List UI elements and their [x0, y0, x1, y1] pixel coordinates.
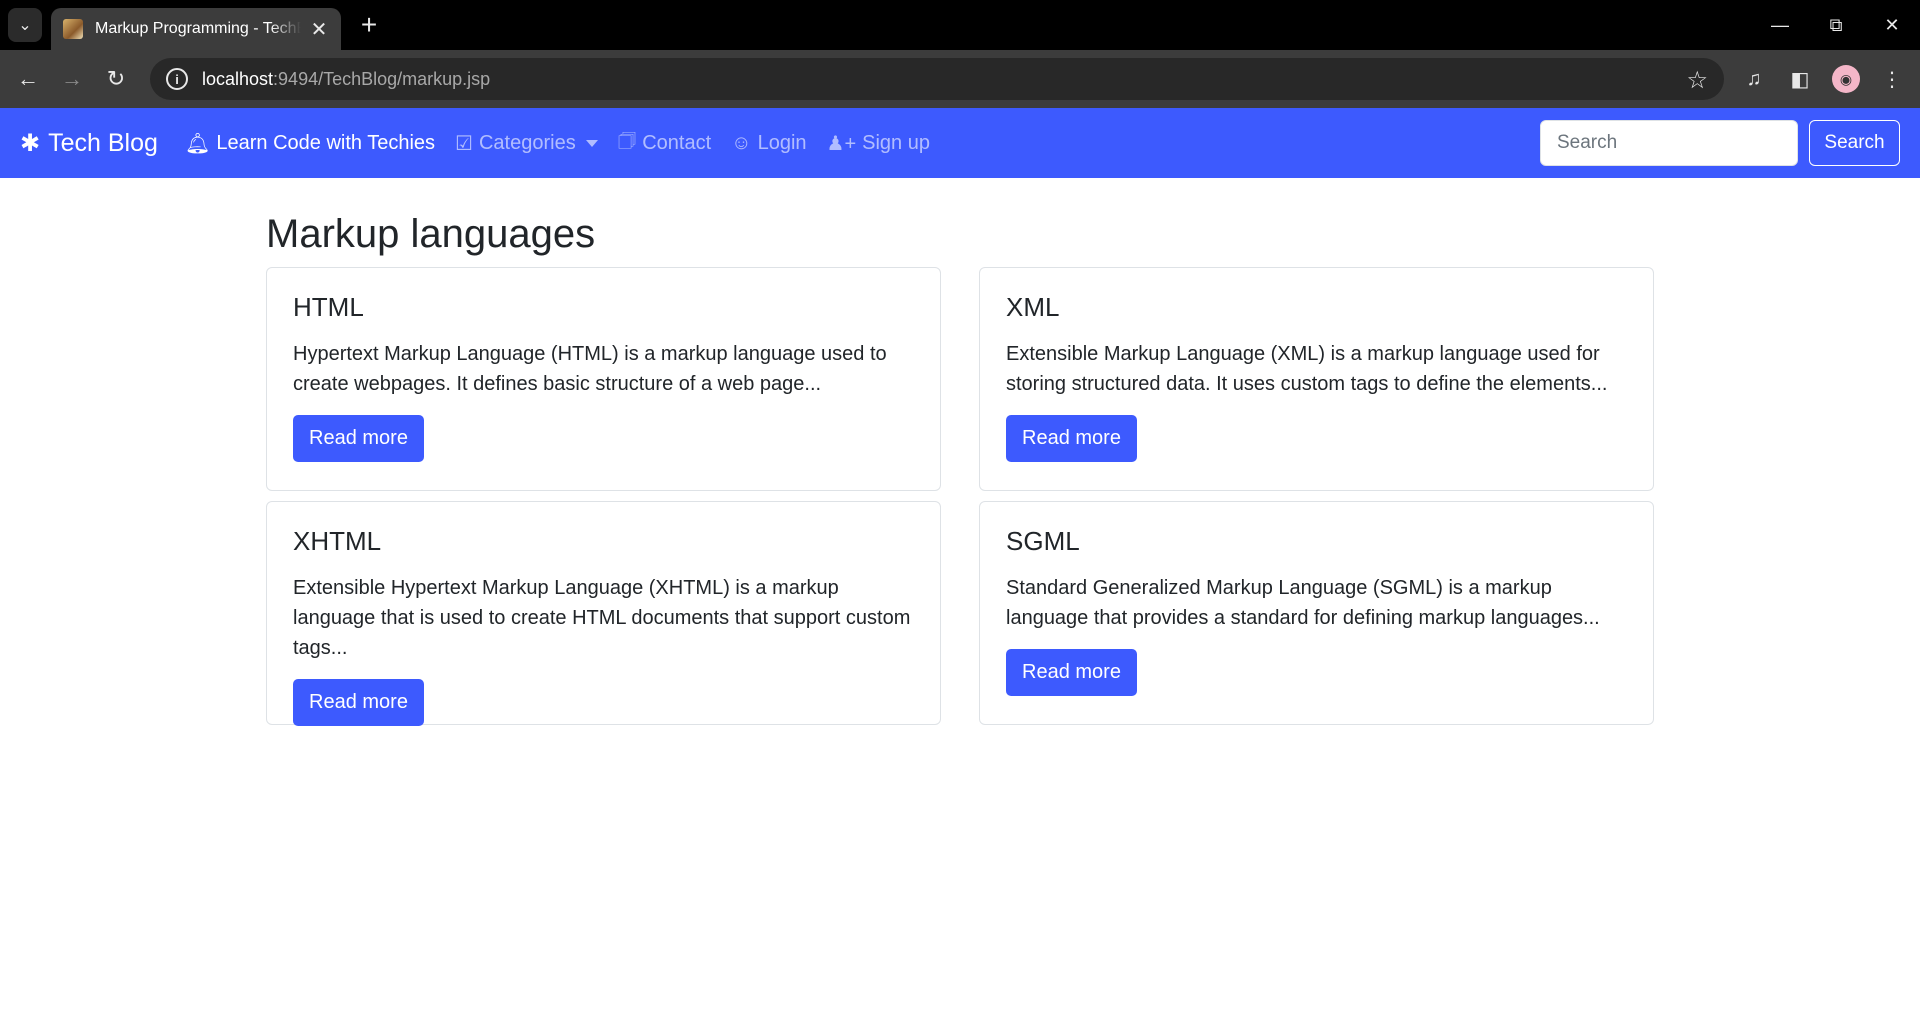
- favicon-icon: [63, 19, 83, 39]
- read-more-button[interactable]: Read more: [1006, 649, 1137, 697]
- reload-icon: ↻: [106, 66, 126, 91]
- menu-kebab-icon[interactable]: ⋮: [1872, 59, 1912, 99]
- main-content: Markup languages HTML Hypertext Markup L…: [266, 178, 1654, 727]
- avatar: ◉: [1832, 65, 1860, 93]
- card-title: HTML: [293, 292, 364, 322]
- check-square-icon: ☑: [455, 132, 473, 155]
- url-path: :9494/TechBlog/markup.jsp: [273, 68, 491, 89]
- minimize-button[interactable]: —: [1752, 0, 1808, 50]
- card-title: XML: [1006, 292, 1060, 322]
- close-icon[interactable]: ✕: [309, 17, 329, 42]
- profile-button[interactable]: ◉: [1826, 59, 1866, 99]
- site-info-icon[interactable]: i: [166, 68, 188, 90]
- nav-links: 🔔︎ Learn Code with Techies ☑ Categories …: [185, 108, 950, 178]
- media-control-icon[interactable]: ♫: [1734, 59, 1774, 99]
- tab-search-button[interactable]: ⌄: [8, 8, 42, 42]
- brand-link[interactable]: ✱ Tech Blog: [20, 108, 158, 178]
- user-plus-icon: ♟+: [826, 132, 857, 155]
- caret-down-icon: [585, 139, 598, 147]
- restore-icon: ⧉: [1829, 14, 1843, 35]
- brand-name: Tech Blog: [48, 128, 158, 157]
- search-button[interactable]: Search: [1809, 120, 1900, 166]
- browser-tab-bar: ⌄ Markup Programming - TechBlog ✕ + — ⧉ …: [0, 0, 1920, 50]
- close-icon: ✕: [1884, 14, 1900, 35]
- new-tab-button[interactable]: +: [352, 8, 386, 42]
- read-more-button[interactable]: Read more: [1006, 415, 1137, 463]
- nav-link-label: Contact: [642, 131, 712, 154]
- card-xml: XML Extensible Markup Language (XML) is …: [979, 267, 1654, 491]
- address-card-icon: 🗇︎: [617, 130, 637, 152]
- plus-icon: +: [360, 9, 378, 40]
- restore-button[interactable]: ⧉: [1808, 0, 1864, 50]
- nav-link-contact[interactable]: 🗇︎ Contact: [618, 126, 711, 160]
- card-html: HTML Hypertext Markup Language (HTML) is…: [266, 267, 941, 491]
- arrow-left-icon: ←: [17, 66, 39, 91]
- card-sgml: SGML Standard Generalized Markup Languag…: [979, 501, 1654, 725]
- bookmark-star-icon[interactable]: ☆: [1686, 66, 1708, 95]
- card-xhtml: XHTML Extensible Hypertext Markup Langua…: [266, 501, 941, 727]
- card-text: Extensible Markup Language (XML) is a ma…: [1006, 343, 1608, 396]
- bell-icon: 🔔︎: [185, 132, 211, 155]
- card-text: Hypertext Markup Language (HTML) is a ma…: [293, 343, 887, 396]
- card-text: Standard Generalized Markup Language (SG…: [1006, 577, 1600, 630]
- browser-tab-active[interactable]: Markup Programming - TechBlog ✕: [51, 8, 341, 50]
- nav-link-signup[interactable]: ♟+ Sign up: [827, 131, 930, 156]
- window-controls: — ⧉ ✕: [1752, 0, 1920, 50]
- close-window-button[interactable]: ✕: [1864, 0, 1920, 50]
- nav-link-learn-code[interactable]: 🔔︎ Learn Code with Techies: [185, 131, 435, 156]
- nav-dropdown-categories[interactable]: ☑ Categories: [455, 131, 598, 156]
- nav-link-label: Categories: [478, 131, 576, 154]
- chevron-down-icon: ⌄: [18, 17, 32, 34]
- browser-toolbar: ← → ↻ i localhost :9494/TechBlog/markup.…: [0, 50, 1920, 108]
- arrow-right-icon: →: [61, 66, 83, 91]
- card-text: Extensible Hypertext Markup Language (XH…: [293, 577, 911, 660]
- nav-link-login[interactable]: ☺ Login: [731, 132, 806, 155]
- reload-button[interactable]: ↻: [96, 59, 136, 99]
- nav-link-label: Sign up: [862, 131, 930, 154]
- user-circle-icon: ☺: [731, 131, 752, 154]
- toolbar-actions: ♫ ◧ ◉ ⋮: [1728, 59, 1912, 99]
- card-title: XHTML: [293, 526, 382, 556]
- card-title: SGML: [1006, 526, 1080, 556]
- asterisk-icon: ✱: [20, 129, 41, 157]
- back-button[interactable]: ←: [8, 59, 48, 99]
- address-bar[interactable]: i localhost :9494/TechBlog/markup.jsp ☆: [150, 58, 1724, 100]
- read-more-button[interactable]: Read more: [293, 415, 424, 463]
- minimize-icon: —: [1771, 14, 1789, 35]
- url-host: localhost: [202, 68, 274, 89]
- page-title: Markup languages: [266, 212, 596, 256]
- forward-button[interactable]: →: [52, 59, 92, 99]
- nav-link-label: Login: [757, 131, 807, 154]
- read-more-button[interactable]: Read more: [293, 679, 424, 727]
- nav-link-label: Learn Code with Techies: [216, 131, 436, 154]
- search-input[interactable]: [1540, 120, 1798, 166]
- tab-title: Markup Programming - TechBlog: [95, 20, 301, 37]
- side-panel-icon[interactable]: ◧: [1780, 59, 1820, 99]
- site-navbar: ✱ Tech Blog 🔔︎ Learn Code with Techies ☑…: [0, 108, 1920, 178]
